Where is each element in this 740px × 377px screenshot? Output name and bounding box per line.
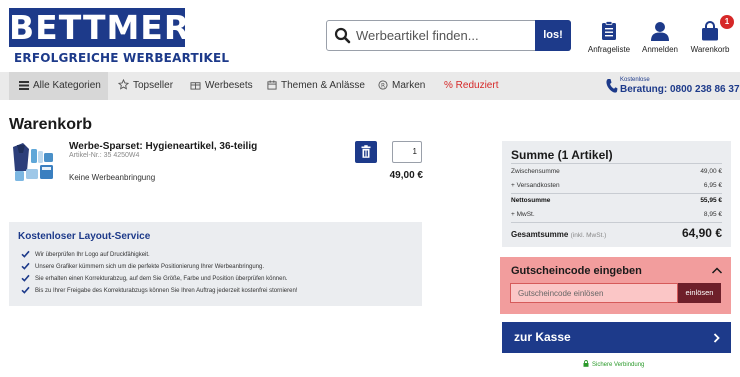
gift-icon	[190, 82, 201, 90]
header-action-label: Anmelden	[641, 45, 679, 54]
secure-connection-note: Sichere Verbindung	[583, 360, 644, 368]
nav-item-all-categories[interactable]: Alle Kategorien	[9, 72, 108, 100]
registered-icon: R	[378, 80, 388, 90]
summary-line-vat: + MwSt. 8,95 €	[511, 211, 722, 218]
quantity-input[interactable]: 1	[392, 141, 422, 163]
remove-item-button[interactable]	[355, 141, 377, 163]
coupon-title[interactable]: Gutscheincode eingeben	[511, 265, 642, 277]
summary-line-value: 55,95 €	[700, 197, 722, 204]
header-action-label: Anfrageliste	[587, 45, 631, 54]
layout-service-point-text: Wir überprüfen Ihr Logo auf Druckfähigke…	[35, 252, 150, 258]
secure-label: Sichere Verbindung	[592, 362, 645, 368]
check-icon	[21, 250, 30, 258]
lock-icon	[583, 360, 589, 367]
total-label-text: Gesamtsumme	[511, 230, 569, 239]
summary-line-value: 49,00 €	[700, 168, 722, 175]
check-icon	[21, 286, 30, 294]
percent-icon: %	[444, 80, 456, 91]
coupon-code-input[interactable]	[510, 283, 678, 303]
search-button[interactable]: los!	[535, 20, 571, 51]
page-title: Warenkorb	[9, 116, 92, 133]
clipboard-icon	[602, 21, 616, 40]
summary-divider	[511, 193, 722, 194]
summary-line-label: + MwSt.	[511, 211, 535, 218]
layout-service-point: Sie erhalten einen Korrekturabzug, auf d…	[21, 274, 288, 282]
cart-count-badge: 1	[720, 15, 734, 29]
star-icon	[117, 78, 130, 90]
layout-service-point: Bis zu Ihrer Freigabe des Korrekturabzug…	[21, 286, 297, 294]
checkout-button-label: zur Kasse	[514, 330, 571, 344]
layout-service-point: Wir überprüfen Ihr Logo auf Druckfähigke…	[21, 250, 150, 258]
layout-service-point-text: Bis zu Ihrer Freigabe des Korrekturabzug…	[35, 288, 298, 294]
nav-item-werbesets[interactable]: Werbesets	[190, 72, 253, 100]
check-icon	[21, 274, 30, 282]
summary-line-label: + Versandkosten	[511, 182, 560, 189]
nav-item-topseller[interactable]: Topseller	[117, 72, 174, 100]
chevron-right-icon	[713, 333, 720, 343]
summary-line-shipping: + Versandkosten 6,95 €	[511, 182, 722, 189]
summary-divider	[511, 163, 722, 164]
check-icon	[21, 262, 30, 270]
nav-item-reduziert[interactable]: % Reduziert	[444, 72, 498, 100]
menu-icon	[19, 81, 29, 90]
nav-item-label: Werbesets	[205, 80, 253, 91]
header-action-label: Warenkorb	[690, 45, 730, 54]
product-price: 49,00 €	[389, 170, 423, 181]
shopping-bag-icon	[702, 21, 718, 41]
hotline-phone[interactable]: Beratung: 0800 238 86 37	[620, 84, 740, 95]
user-icon	[651, 22, 669, 41]
header-action-request-list[interactable]: Anfrageliste	[584, 21, 634, 54]
product-image[interactable]	[9, 141, 58, 183]
redeem-coupon-button[interactable]: einlösen	[678, 283, 721, 303]
logo[interactable]: BETTMER	[9, 8, 189, 47]
hotline-caption: Kostenlose	[620, 77, 650, 83]
trash-icon	[361, 145, 371, 158]
layout-service-point: Unsere Grafiker kümmern sich um die perf…	[21, 262, 264, 270]
nav-item-label: Marken	[392, 80, 426, 91]
svg-text:R: R	[381, 83, 385, 89]
layout-service-title: Kostenloser Layout-Service	[18, 231, 151, 242]
summary-line-subtotal: Zwischensumme 49,00 €	[511, 168, 722, 175]
summary-line-label: Nettosumme	[511, 197, 551, 204]
nav-item-label: Reduziert	[455, 80, 499, 91]
header-action-login[interactable]: Anmelden	[635, 21, 685, 54]
layout-service-point-text: Sie erhalten einen Korrekturabzug, auf d…	[35, 276, 288, 282]
summary-total-value: 64,90 €	[681, 226, 722, 240]
search-icon	[334, 27, 351, 44]
checkout-button[interactable]: zur Kasse	[502, 322, 731, 353]
product-article-number: Artikel-Nr.: 35 4250W4	[69, 152, 140, 159]
summary-line-value: 6,95 €	[703, 182, 722, 189]
product-imprint-note: Keine Werbeanbringung	[69, 173, 156, 182]
nav-item-themen[interactable]: Themen & Anlässe	[267, 72, 365, 100]
nav-item-label: Themen & Anlässe	[281, 80, 365, 91]
summary-line-label: Zwischensumme	[511, 168, 560, 175]
layout-service-point-text: Unsere Grafiker kümmern sich um die perf…	[35, 264, 264, 270]
nav-item-marken[interactable]: R Marken	[378, 72, 425, 100]
summary-title: Summe (1 Artikel)	[511, 148, 613, 162]
search-input[interactable]	[356, 22, 532, 49]
phone-icon	[606, 79, 618, 93]
logo-tagline: ERFOLGREICHE WERBEARTIKEL	[14, 51, 230, 65]
summary-divider	[511, 222, 722, 223]
nav-item-label: Alle Kategorien	[33, 80, 101, 91]
total-vat-note: (inkl. MwSt.)	[570, 232, 607, 239]
summary-line-value: 8,95 €	[703, 211, 722, 218]
chevron-up-icon[interactable]	[711, 266, 723, 275]
calendar-icon	[267, 80, 277, 90]
nav-item-label: Topseller	[133, 80, 174, 91]
product-name[interactable]: Werbe-Sparset: Hygieneartikel, 36-teilig	[69, 141, 257, 152]
summary-line-net: Nettosumme 55,95 €	[511, 197, 722, 204]
summary-total-label: Gesamtsumme (inkl. MwSt.)	[511, 230, 606, 239]
